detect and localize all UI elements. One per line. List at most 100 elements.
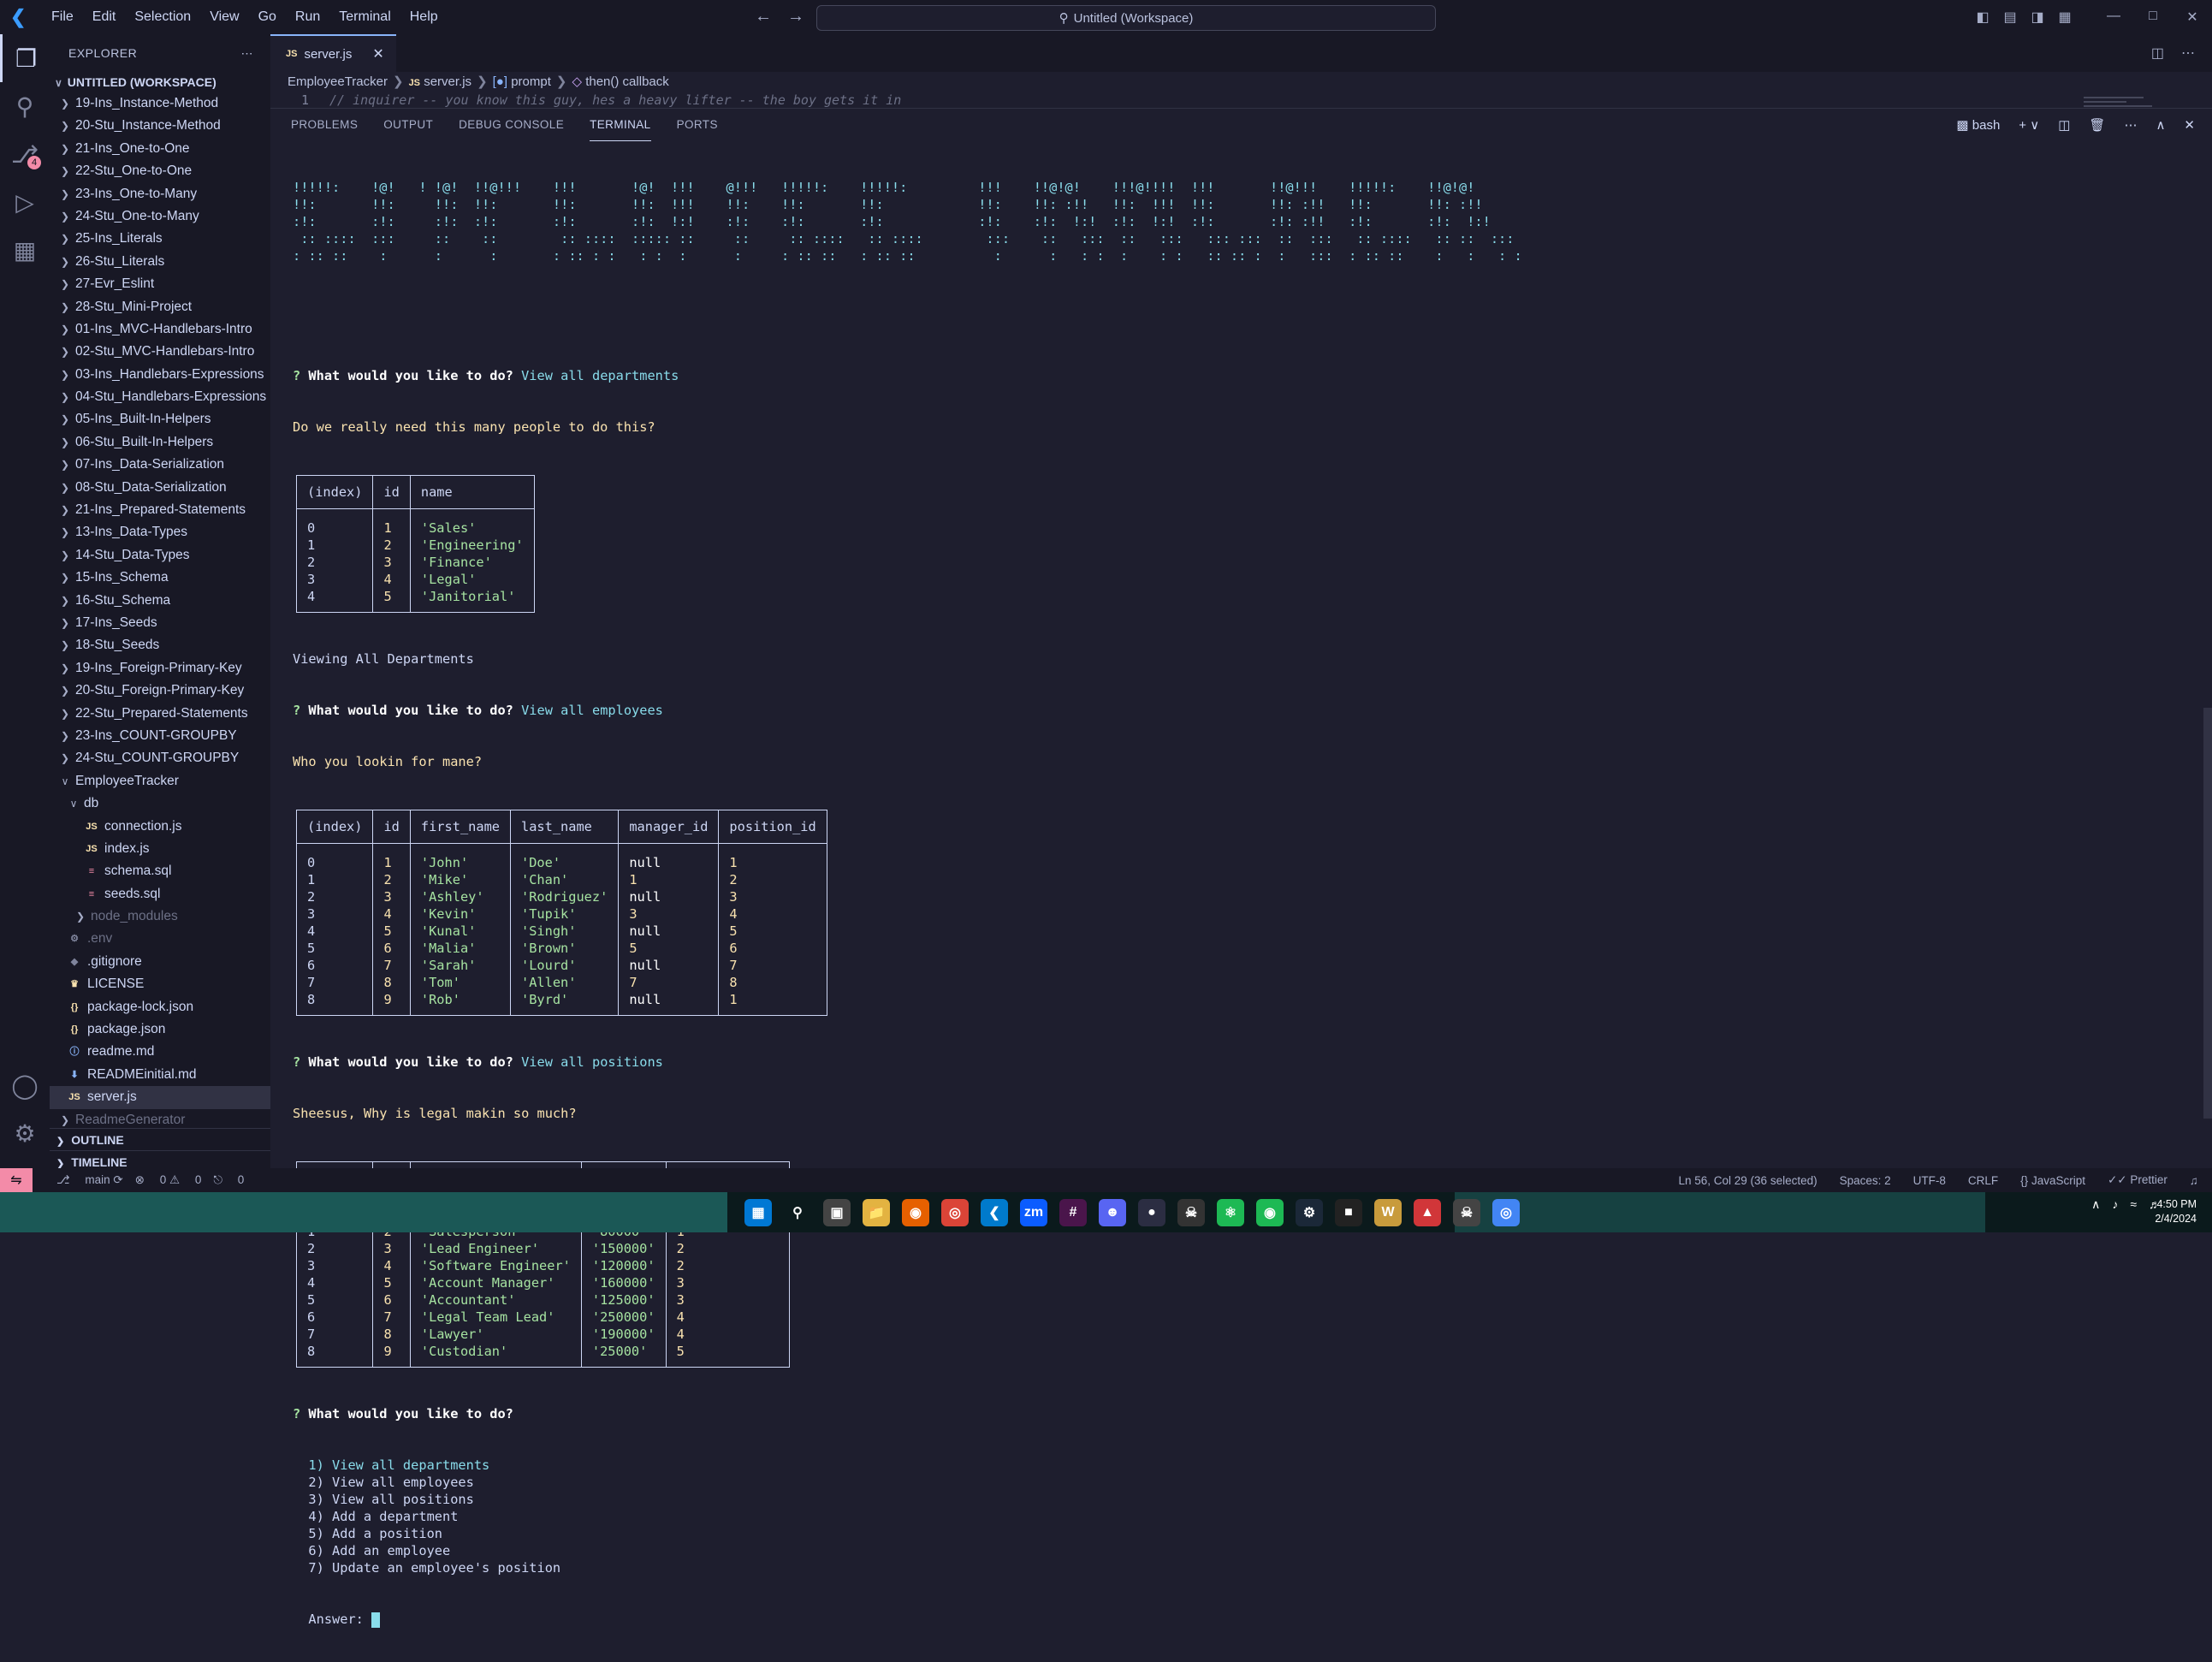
spotify-icon[interactable]: ◉ — [1256, 1199, 1284, 1226]
folder-item[interactable]: ❯ 14-Stu_Data-Types — [50, 544, 270, 567]
search-view-icon[interactable]: ⚲ — [0, 82, 50, 130]
firefox-icon[interactable]: ◉ — [902, 1199, 929, 1226]
file-item[interactable]: ♛ LICENSE — [50, 973, 270, 995]
cursor-position[interactable]: Ln 56, Col 29 (36 selected) — [1679, 1174, 1818, 1187]
tab-server-js[interactable]: JS server.js ✕ — [270, 34, 396, 72]
slack-icon[interactable]: # — [1059, 1199, 1087, 1226]
menu-option[interactable]: 1) View all departments — [293, 1457, 1522, 1474]
formatter[interactable]: ✓✓ Prettier — [2108, 1173, 2168, 1187]
folder-item-node-modules[interactable]: ❯ node_modules — [50, 905, 270, 928]
maximize-icon[interactable]: □ — [2133, 9, 2173, 26]
app-icon[interactable]: ● — [1138, 1199, 1165, 1226]
menu-run[interactable]: Run — [295, 9, 320, 25]
kill-terminal-icon[interactable]: 🗑 — [2089, 117, 2105, 133]
folder-item[interactable]: ❯ 20-Stu_Instance-Method — [50, 115, 270, 137]
menu-option[interactable]: 5) Add a position — [293, 1525, 1522, 1542]
encoding[interactable]: UTF-8 — [1913, 1174, 1946, 1187]
command-center[interactable]: ⚲ Untitled (Workspace) — [816, 5, 1436, 31]
source-control-icon[interactable]: ⎇ 4 — [0, 130, 50, 178]
wifi-icon[interactable]: ≈ — [2130, 1197, 2137, 1212]
menu-view[interactable]: View — [210, 9, 239, 25]
app-icon[interactable]: ⚛ — [1217, 1199, 1244, 1226]
folder-item[interactable]: ❯ 02-Stu_MVC-Handlebars-Intro — [50, 341, 270, 363]
zoom-icon[interactable]: zm — [1020, 1199, 1047, 1226]
folder-item-db[interactable]: ∨ db — [50, 792, 270, 815]
answer-line[interactable]: Answer: — [293, 1611, 1522, 1628]
workspace-title[interactable]: ∨ UNTITLED (WORKSPACE) — [50, 72, 270, 92]
folder-item[interactable]: ❯ 19-Ins_Foreign-Primary-Key — [50, 657, 270, 680]
editor-more-icon[interactable]: ⋯ — [2181, 45, 2195, 62]
file-item[interactable]: ≡ seeds.sql — [50, 883, 270, 905]
discord-icon[interactable]: ☻ — [1099, 1199, 1126, 1226]
folder-item[interactable]: ❯ 18-Stu_Seeds — [50, 634, 270, 656]
search-taskbar-icon[interactable]: ⚲ — [784, 1199, 811, 1226]
tab-problems[interactable]: PROBLEMS — [291, 109, 358, 141]
app-icon[interactable]: ■ — [1335, 1199, 1362, 1226]
menu-help[interactable]: Help — [410, 9, 438, 25]
tab-ports[interactable]: PORTS — [677, 109, 718, 141]
menu-option[interactable]: 4) Add a department — [293, 1508, 1522, 1525]
game-launcher-icon[interactable]: W — [1374, 1199, 1402, 1226]
close-window-icon[interactable]: ✕ — [2173, 9, 2212, 26]
toggle-secondary-sidebar-icon[interactable]: ◨ — [2024, 9, 2051, 26]
forward-arrow-icon[interactable]: → — [787, 7, 804, 27]
maximize-panel-icon[interactable]: ∧ — [2156, 117, 2165, 133]
folder-item[interactable]: ❯ 07-Ins_Data-Serialization — [50, 454, 270, 476]
file-item[interactable]: ⓘ readme.md — [50, 1041, 270, 1063]
folder-item[interactable]: ❯ 23-Ins_COUNT-GROUPBY — [50, 725, 270, 747]
split-editor-icon[interactable]: ◫ — [2151, 45, 2164, 62]
tab-debug-console[interactable]: DEBUG CONSOLE — [459, 109, 564, 141]
folder-item[interactable]: ❯ 20-Stu_Foreign-Primary-Key — [50, 680, 270, 702]
task-view-icon[interactable]: ▣ — [823, 1199, 851, 1226]
tab-terminal[interactable]: TERMINAL — [590, 109, 651, 141]
chrome-profile-icon[interactable]: ◎ — [1492, 1199, 1520, 1226]
remote-indicator-icon[interactable]: ⇋ — [0, 1168, 33, 1192]
menu-option[interactable]: 7) Update an employee's position — [293, 1559, 1522, 1576]
extensions-icon[interactable]: ▦ — [0, 226, 50, 274]
folder-item[interactable]: ❯ 26-Stu_Literals — [50, 251, 270, 273]
menu-go[interactable]: Go — [258, 9, 276, 25]
app-icon[interactable]: ▲ — [1414, 1199, 1441, 1226]
close-tab-icon[interactable]: ✕ — [372, 45, 383, 62]
notifications-bell-icon[interactable]: ♫ — [2190, 1174, 2198, 1187]
breadcrumb-folder[interactable]: EmployeeTracker — [288, 74, 388, 89]
file-item[interactable]: JS connection.js — [50, 816, 270, 838]
folder-item[interactable]: ❯ 17-Ins_Seeds — [50, 612, 270, 634]
folder-item[interactable]: ❯ 25-Ins_Literals — [50, 228, 270, 250]
menu-selection[interactable]: Selection — [134, 9, 191, 25]
account-icon[interactable]: ◯ — [0, 1061, 50, 1109]
new-terminal-icon[interactable]: + ∨ — [2019, 117, 2039, 133]
file-item[interactable]: {} package.json — [50, 1018, 270, 1041]
microphone-icon[interactable]: ♪ — [2112, 1197, 2118, 1212]
settings-gear-icon[interactable]: ⚙ — [0, 1109, 50, 1157]
tray-chevron-icon[interactable]: ∧ — [2091, 1197, 2100, 1212]
code-line[interactable]: 1// inquirer -- you know this guy, hes a… — [270, 92, 2212, 108]
minimize-icon[interactable]: — — [2094, 9, 2133, 26]
folder-item[interactable]: ❯ 22-Stu_Prepared-Statements — [50, 703, 270, 725]
language-mode[interactable]: {} JavaScript — [2020, 1174, 2085, 1187]
folder-item[interactable]: ❯ 03-Ins_Handlebars-Expressions — [50, 364, 270, 386]
more-actions-icon[interactable]: ⋯ — [241, 46, 254, 61]
file-explorer-icon[interactable]: 📁 — [863, 1199, 890, 1226]
folder-item[interactable]: ❯ 24-Stu_One-to-Many — [50, 205, 270, 228]
menu-edit[interactable]: Edit — [92, 9, 116, 25]
line-endings[interactable]: CRLF — [1968, 1174, 1998, 1187]
folder-item[interactable]: ❯ 15-Ins_Schema — [50, 567, 270, 589]
folder-item[interactable]: ❯ 21-Ins_Prepared-Statements — [50, 499, 270, 521]
terminal-scrollbar[interactable] — [2203, 708, 2212, 1119]
chrome-icon[interactable]: ◎ — [941, 1199, 969, 1226]
clock[interactable]: 4:50 PM 2/4/2024 — [2155, 1197, 2197, 1226]
folder-item[interactable]: ❯ 01-Ins_MVC-Handlebars-Intro — [50, 318, 270, 341]
file-item[interactable]: JS index.js — [50, 838, 270, 860]
run-debug-icon[interactable]: ▷ — [0, 178, 50, 226]
menu-file[interactable]: File — [51, 9, 74, 25]
customize-layout-icon[interactable]: ▦ — [2051, 9, 2079, 26]
breadcrumb-callback[interactable]: then() callback — [585, 74, 669, 89]
folder-item[interactable]: ❯ 04-Stu_Handlebars-Expressions — [50, 386, 270, 408]
menu-option[interactable]: 3) View all positions — [293, 1491, 1522, 1508]
breadcrumb-file[interactable]: server.js — [424, 74, 471, 89]
indentation[interactable]: Spaces: 2 — [1840, 1174, 1891, 1187]
file-item[interactable]: {} package-lock.json — [50, 996, 270, 1018]
folder-item-employeetracker[interactable]: ∨ EmployeeTracker — [50, 770, 270, 792]
start-menu-icon[interactable]: ▦ — [744, 1199, 772, 1226]
